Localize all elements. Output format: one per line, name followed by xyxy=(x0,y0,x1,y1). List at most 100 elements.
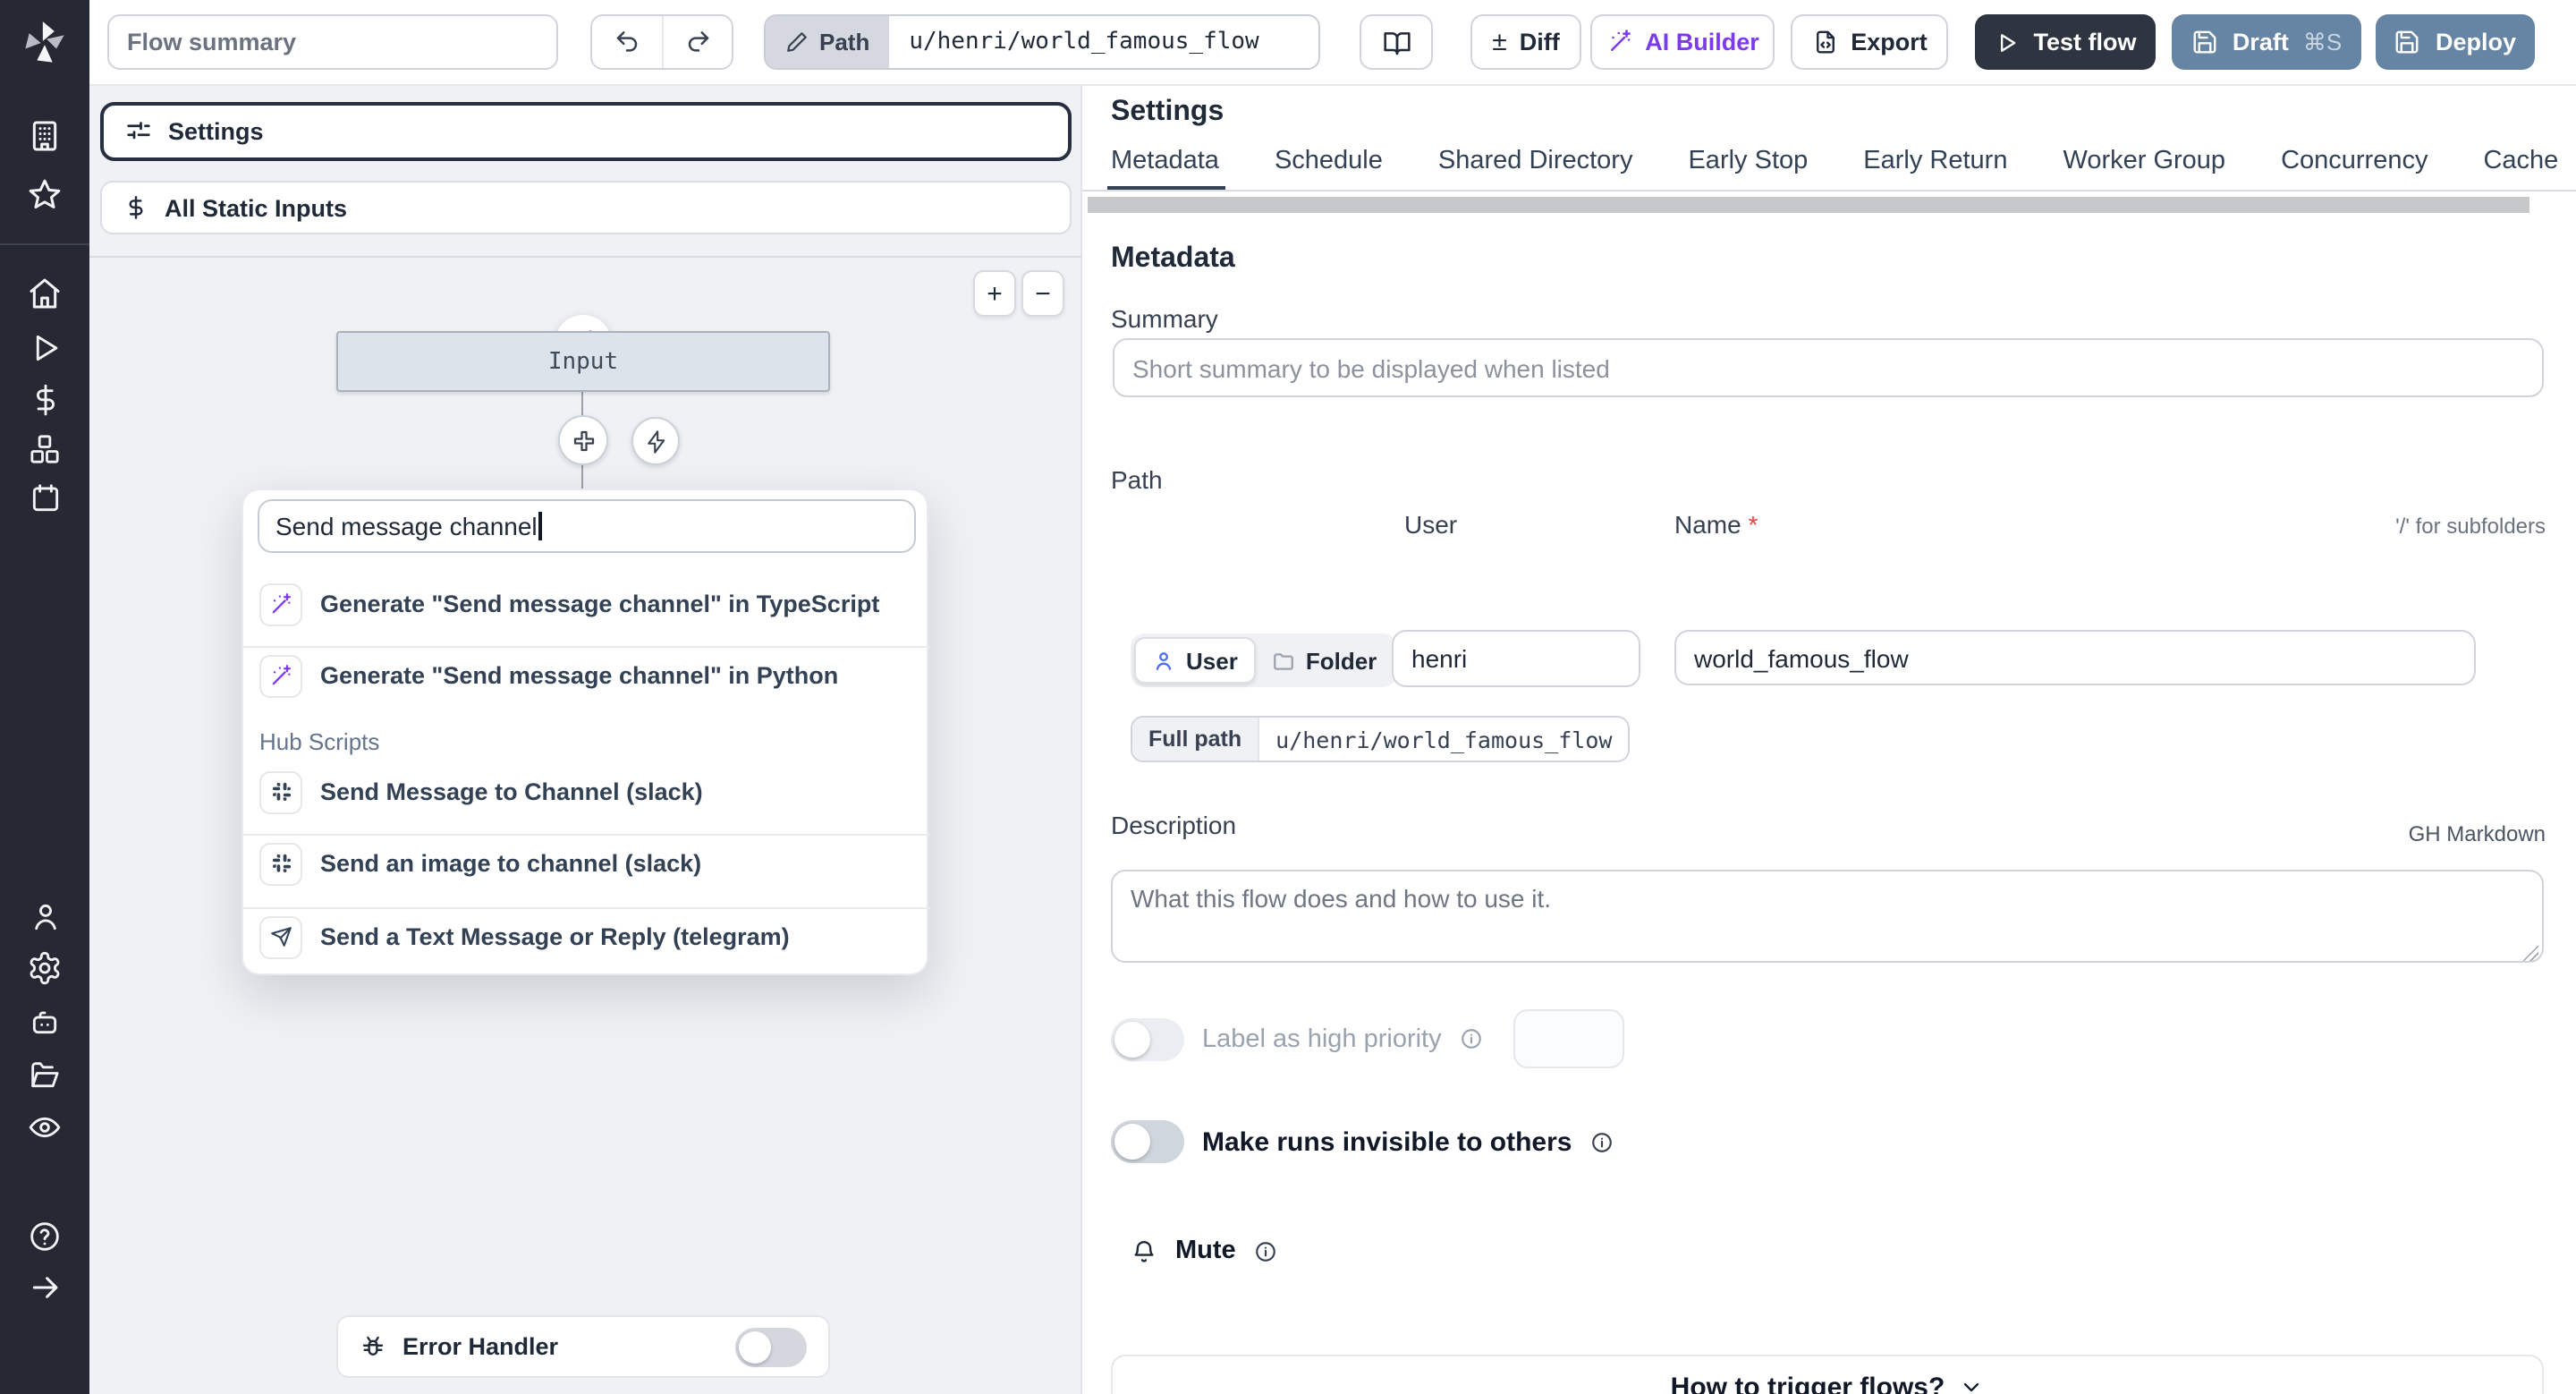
ai-builder-button[interactable]: AI Builder xyxy=(1590,14,1775,70)
settings-panel-title: Settings xyxy=(1111,97,1224,127)
export-button[interactable]: Export xyxy=(1791,14,1948,70)
chevron-down-icon xyxy=(1964,1382,1979,1392)
windmill-logo-icon[interactable] xyxy=(21,20,68,66)
description-textarea[interactable] xyxy=(1111,870,2544,963)
invisible-runs-label: Make runs invisible to others xyxy=(1202,1126,1572,1157)
priority-value-input[interactable] xyxy=(1513,1009,1624,1068)
how-to-trigger-flows-expander[interactable]: How to trigger flows? xyxy=(1111,1355,2544,1394)
invisible-runs-toggle[interactable] xyxy=(1111,1120,1184,1163)
input-node[interactable]: Input xyxy=(336,331,830,392)
tab-schedule[interactable]: Schedule xyxy=(1275,141,1383,190)
diff-button[interactable]: ± Diff xyxy=(1470,14,1581,70)
all-static-inputs-box[interactable]: All Static Inputs xyxy=(100,181,1072,234)
metadata-heading: Metadata xyxy=(1111,243,1235,274)
audit-eye-icon[interactable] xyxy=(0,1101,89,1154)
collapse-arrow-icon[interactable] xyxy=(0,1260,89,1313)
owner-kind-folder-option[interactable]: Folder xyxy=(1256,637,1393,684)
tab-concurrency[interactable]: Concurrency xyxy=(2281,141,2428,190)
tab-metadata[interactable]: Metadata xyxy=(1106,141,1227,190)
tab-early-return[interactable]: Early Return xyxy=(1863,141,2007,190)
telegram-icon xyxy=(259,915,302,958)
flow-settings-box[interactable]: Settings xyxy=(100,102,1072,161)
required-asterisk: * xyxy=(1748,510,1758,539)
owner-kind-folder-label: Folder xyxy=(1305,647,1377,674)
draft-button[interactable]: Draft ⌘S xyxy=(2172,14,2361,70)
menu-item-slack-image[interactable]: Send an image to channel (slack) xyxy=(243,834,930,893)
mute-label: Mute xyxy=(1175,1237,1236,1265)
schedules-calendar-icon[interactable] xyxy=(0,471,89,524)
user-icon[interactable] xyxy=(0,889,89,943)
tab-worker-group[interactable]: Worker Group xyxy=(2063,141,2225,190)
tabs-horizontal-scrollbar[interactable] xyxy=(1088,197,2529,213)
resources-boxes-icon[interactable] xyxy=(0,422,89,476)
plus-minus-icon: ± xyxy=(1492,27,1507,57)
path-name-input[interactable] xyxy=(1674,630,2476,685)
info-icon xyxy=(1589,1130,1613,1153)
flow-settings-label: Settings xyxy=(168,118,264,145)
owner-kind-user-option[interactable]: User xyxy=(1134,637,1256,684)
summary-input[interactable] xyxy=(1113,338,2544,397)
deploy-button[interactable]: Deploy xyxy=(2376,14,2535,70)
high-priority-toggle[interactable] xyxy=(1111,1017,1184,1060)
toggle-knob xyxy=(1114,1021,1150,1057)
plus-icon xyxy=(572,429,594,451)
high-priority-label: Label as high priority xyxy=(1202,1024,1442,1053)
settings-gear-icon[interactable] xyxy=(0,941,89,995)
menu-item-label: Generate "Send message channel" in Pytho… xyxy=(320,662,839,689)
full-path-display: Full path u/henri/world_famous_flow xyxy=(1131,716,1631,762)
zoom-out-button[interactable]: − xyxy=(1021,270,1064,317)
variables-dollar-icon[interactable] xyxy=(0,372,89,426)
path-value: u/henri/world_famous_flow xyxy=(889,16,1319,68)
sidebar-divider xyxy=(0,243,89,245)
error-handler-node[interactable]: Error Handler xyxy=(336,1315,830,1378)
zoom-in-button[interactable]: + xyxy=(973,270,1016,317)
toolbar: Path u/henri/world_famous_flow ± Diff AI… xyxy=(89,0,2576,86)
diff-label: Diff xyxy=(1519,29,1560,55)
sliders-icon xyxy=(127,122,150,140)
pencil-icon xyxy=(787,32,807,52)
deploy-label: Deploy xyxy=(2435,29,2516,55)
subfolder-hint: '/' for subfolders xyxy=(2395,514,2546,539)
info-icon xyxy=(1460,1027,1483,1050)
file-code-icon xyxy=(1816,30,1835,54)
favorites-star-icon[interactable] xyxy=(0,168,89,222)
flow-summary-input[interactable] xyxy=(107,14,558,70)
insert-step-menu: Send message channel Generate "Send mess… xyxy=(242,489,930,975)
redo-button[interactable] xyxy=(662,16,732,68)
menu-item-label: Send Message to Channel (slack) xyxy=(320,778,703,805)
toggle-knob xyxy=(1114,1124,1150,1160)
zoom-in-label: + xyxy=(987,278,1003,309)
path-label: Path xyxy=(819,29,870,55)
help-icon[interactable] xyxy=(0,1210,89,1263)
folders-icon[interactable] xyxy=(0,1049,89,1102)
path-chip: Path xyxy=(766,16,890,68)
undo-button[interactable] xyxy=(592,16,662,68)
add-step-button[interactable] xyxy=(558,415,608,465)
menu-item-generate-python[interactable]: Generate "Send message channel" in Pytho… xyxy=(243,646,930,705)
menu-item-generate-typescript[interactable]: Generate "Send message channel" in TypeS… xyxy=(243,574,930,633)
slack-icon xyxy=(259,842,302,885)
error-handler-toggle[interactable] xyxy=(735,1327,807,1366)
undo-redo-group xyxy=(590,14,733,70)
menu-item-telegram-message[interactable]: Send a Text Message or Reply (telegram) xyxy=(243,907,930,966)
tab-cache[interactable]: Cache xyxy=(2483,141,2558,190)
folder-icon xyxy=(1273,652,1293,669)
menu-item-label: Send a Text Message or Reply (telegram) xyxy=(320,923,790,950)
workspace-icon[interactable] xyxy=(0,109,89,163)
ai-builder-label: AI Builder xyxy=(1645,29,1759,55)
menu-item-slack-message[interactable]: Send Message to Channel (slack) xyxy=(243,762,930,821)
docs-book-button[interactable] xyxy=(1360,14,1433,70)
tab-shared-directory[interactable]: Shared Directory xyxy=(1438,141,1633,190)
home-icon[interactable] xyxy=(0,267,89,320)
test-flow-button[interactable]: Test flow xyxy=(1975,14,2156,70)
add-trigger-button[interactable] xyxy=(631,417,680,465)
description-label: Description xyxy=(1111,811,1237,839)
info-icon xyxy=(1254,1239,1277,1262)
tab-early-stop[interactable]: Early Stop xyxy=(1688,141,1808,190)
mute-row: Mute xyxy=(1131,1237,1277,1265)
step-search-input[interactable]: Send message channel xyxy=(258,499,916,553)
runs-play-icon[interactable] xyxy=(0,320,89,374)
workers-robot-icon[interactable] xyxy=(0,995,89,1049)
path-user-input[interactable] xyxy=(1392,630,1640,687)
path-editor[interactable]: Path u/henri/world_famous_flow xyxy=(764,14,1321,70)
